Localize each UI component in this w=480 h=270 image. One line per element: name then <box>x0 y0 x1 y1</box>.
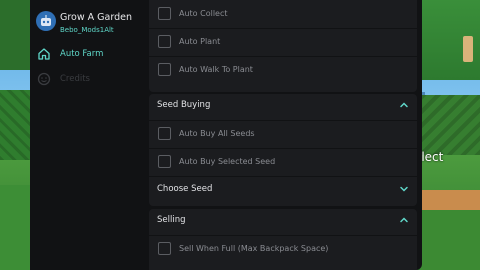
section-header-selling[interactable]: Selling <box>149 209 417 231</box>
toggle-label: Auto Walk To Plant <box>179 65 253 74</box>
toggle-label: Auto Plant <box>179 37 221 46</box>
bg-sign <box>463 36 473 62</box>
section-header-seed-buying[interactable]: Seed Buying <box>149 94 417 116</box>
bg-grass-left <box>0 185 30 270</box>
bg-hedge-left-mid <box>0 90 30 160</box>
bg-hedge-left-top <box>0 0 30 70</box>
checkbox[interactable] <box>158 242 171 255</box>
app-title: Grow A Garden <box>60 12 132 23</box>
toggle-auto-plant[interactable]: Auto Plant <box>149 28 417 54</box>
profile-header: Grow A Garden Bebo_Mods1Alt <box>36 10 146 40</box>
chevron-down-icon <box>399 184 409 194</box>
section-auto-farm: Auto Collect Auto Plant Auto Walk To Pla… <box>149 0 417 92</box>
section-title: Selling <box>157 215 186 225</box>
sidebar-item-label: Credits <box>60 74 90 84</box>
section-title: Seed Buying <box>157 100 211 110</box>
section-selling: Selling Sell When Full (Max Backpack Spa… <box>149 209 417 270</box>
toggle-label: Auto Collect <box>179 8 228 18</box>
toggle-auto-collect[interactable]: Auto Collect <box>149 0 417 26</box>
checkbox[interactable] <box>158 155 171 168</box>
avatar <box>36 11 56 31</box>
checkbox[interactable] <box>158 35 171 48</box>
toggle-label: Auto Buy Selected Seed <box>179 157 276 166</box>
toggle-label: Auto Buy All Seeds <box>179 129 255 138</box>
toggle-auto-buy-all-seeds[interactable]: Auto Buy All Seeds <box>149 120 417 146</box>
toggle-auto-buy-selected-seed[interactable]: Auto Buy Selected Seed <box>149 148 417 174</box>
sidebar: Grow A Garden Bebo_Mods1Alt Auto Farm Cr… <box>30 0 148 270</box>
smiley-icon <box>36 71 52 87</box>
home-icon <box>36 46 52 62</box>
checkbox[interactable] <box>158 127 171 140</box>
sidebar-item-auto-farm[interactable]: Auto Farm <box>36 44 144 64</box>
dropdown-label: Choose Seed <box>157 183 213 194</box>
robot-icon <box>41 15 51 26</box>
sidebar-item-label: Auto Farm <box>60 49 104 59</box>
toggle-sell-when-full[interactable]: Sell When Full (Max Backpack Space) <box>149 235 417 261</box>
checkbox[interactable] <box>158 6 171 20</box>
choose-seed-dropdown[interactable]: Choose Seed <box>149 176 417 200</box>
username: Bebo_Mods1Alt <box>60 26 114 34</box>
menu-window: Grow A Garden Bebo_Mods1Alt Auto Farm Cr… <box>30 0 422 270</box>
chevron-up-icon[interactable] <box>399 100 409 110</box>
sidebar-item-credits[interactable]: Credits <box>36 69 144 89</box>
bg-path <box>420 190 480 210</box>
section-seed-buying: Seed Buying Auto Buy All Seeds Auto Buy … <box>149 94 417 206</box>
toggle-label: Sell When Full (Max Backpack Space) <box>179 244 329 253</box>
bg-hedge-right <box>420 95 480 155</box>
toggle-auto-walk-to-plant[interactable]: Auto Walk To Plant <box>149 56 417 82</box>
checkbox[interactable] <box>158 63 171 76</box>
content-panel: Auto Collect Auto Plant Auto Walk To Pla… <box>149 0 417 270</box>
bg-grass-right <box>420 210 480 270</box>
chevron-up-icon[interactable] <box>399 215 409 225</box>
